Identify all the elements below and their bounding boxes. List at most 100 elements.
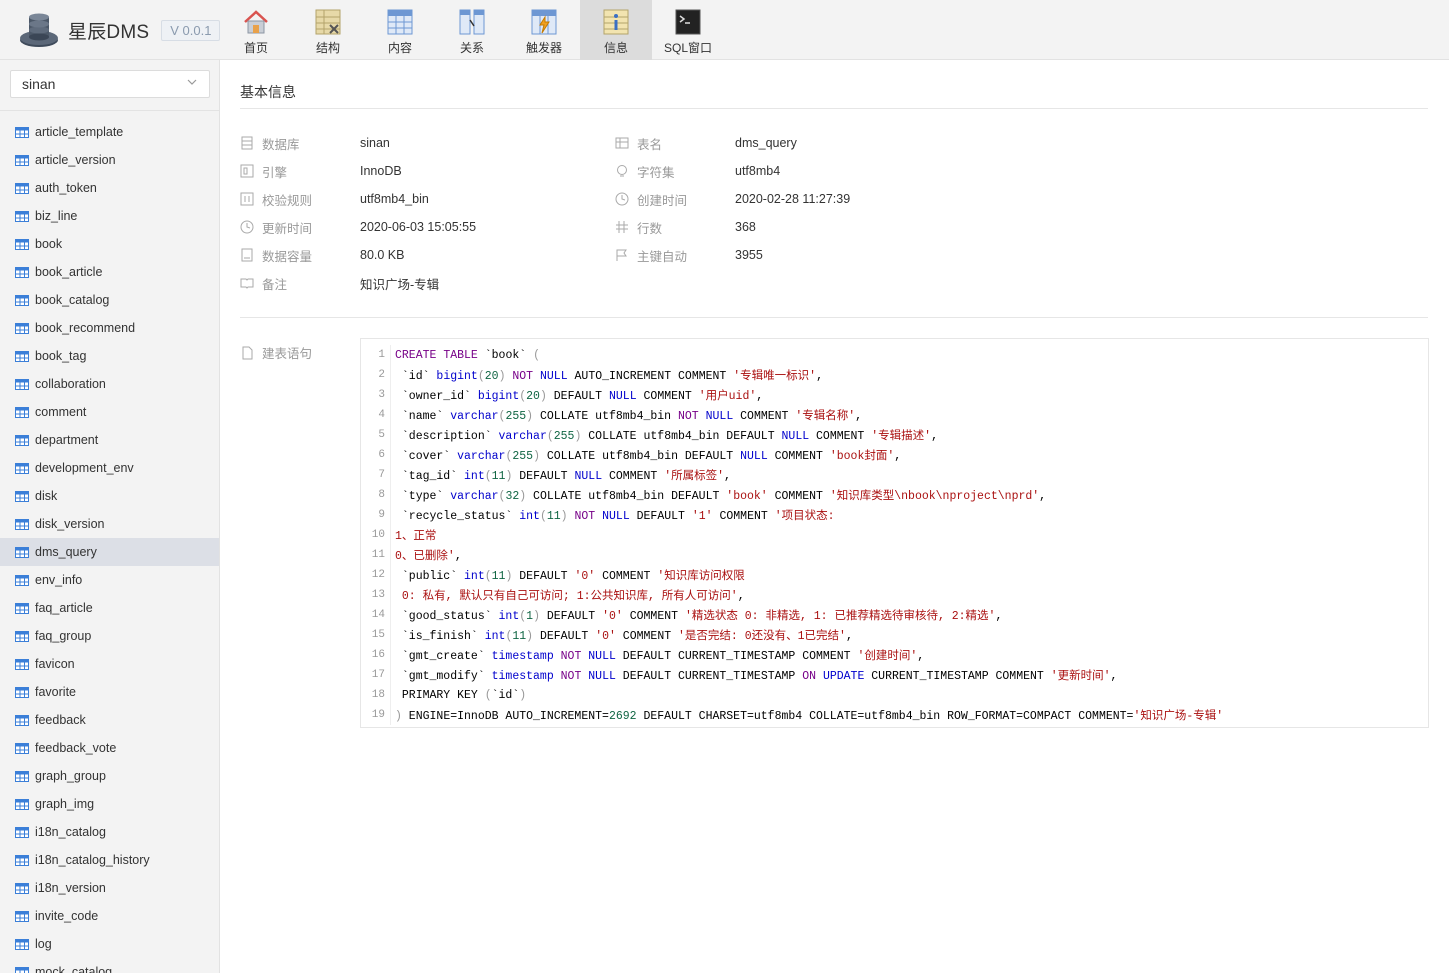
table-icon xyxy=(15,350,29,362)
table-item-label: book_recommend xyxy=(35,321,136,335)
code-line: 17 `gmt_modify` timestamp NOT NULL DEFAU… xyxy=(361,665,1428,685)
code-text: `recycle_status` int(11) NOT NULL DEFAUL… xyxy=(395,510,835,523)
table-icon xyxy=(15,826,29,838)
table-item[interactable]: favorite xyxy=(0,678,219,706)
table-item[interactable]: article_template xyxy=(0,118,219,146)
table-item[interactable]: auth_token xyxy=(0,174,219,202)
hash-icon xyxy=(616,221,628,233)
app-name: 星辰DMS xyxy=(68,21,150,43)
line-number: 11 xyxy=(361,545,391,565)
collation-icon xyxy=(240,192,254,206)
table-item-label: collaboration xyxy=(35,377,106,391)
database-select-value: sinan xyxy=(22,76,56,92)
table-item[interactable]: faq_article xyxy=(0,594,219,622)
table-item[interactable]: i18n_catalog_history xyxy=(0,846,219,874)
table-icon xyxy=(15,322,29,334)
table-icon xyxy=(15,854,29,866)
table-icon xyxy=(15,210,29,222)
nav-relation[interactable]: 关系 xyxy=(436,0,508,60)
table-item[interactable]: disk xyxy=(0,482,219,510)
table-item[interactable]: development_env xyxy=(0,454,219,482)
table-item[interactable]: mock_catalog xyxy=(0,958,219,973)
line-number: 16 xyxy=(361,645,391,665)
code-line: 10 1、正常 xyxy=(361,525,1428,545)
table-item[interactable]: comment xyxy=(0,398,219,426)
table-item[interactable]: collaboration xyxy=(0,370,219,398)
sql-terminal-icon xyxy=(675,9,701,35)
structure-icon xyxy=(315,9,341,35)
code-line: 9 `recycle_status` int(11) NOT NULL DEFA… xyxy=(361,505,1428,525)
line-number: 19 xyxy=(361,705,391,725)
section-title: 基本信息 xyxy=(240,84,296,100)
table-item-label: article_template xyxy=(35,125,124,139)
info-icon xyxy=(603,9,629,35)
code-text: `cover` varchar(255) COLLATE utf8mb4_bin… xyxy=(395,450,902,463)
table-item[interactable]: book xyxy=(0,230,219,258)
nav-structure[interactable]: 结构 xyxy=(292,0,364,60)
code-line: 19 ) ENGINE=InnoDB AUTO_INCREMENT=2692 DE… xyxy=(361,705,1428,725)
table-item[interactable]: biz_line xyxy=(0,202,219,230)
line-number: 6 xyxy=(361,445,391,465)
home-icon xyxy=(244,10,268,34)
divider xyxy=(240,108,1428,109)
code-line: 5 `description` varchar(255) COLLATE utf… xyxy=(361,425,1428,445)
table-icon xyxy=(15,742,29,754)
table-item[interactable]: env_info xyxy=(0,566,219,594)
code-text: `public` int(11) DEFAULT '0' COMMENT '知识… xyxy=(395,570,745,583)
code-line: 13 0: 私有, 默认只有自己可访问; 1:公共知识库, 所有人可访问', xyxy=(361,585,1428,605)
table-item[interactable]: feedback xyxy=(0,706,219,734)
content-icon xyxy=(387,9,413,35)
table-item[interactable]: article_version xyxy=(0,146,219,174)
table-item[interactable]: invite_code xyxy=(0,902,219,930)
nav-home[interactable]: 首页 xyxy=(220,0,292,60)
table-item[interactable]: graph_group xyxy=(0,762,219,790)
line-number: 13 xyxy=(361,585,391,605)
table-item[interactable]: feedback_vote xyxy=(0,734,219,762)
table-icon xyxy=(15,406,29,418)
nav-sql-window[interactable]: SQL窗口 xyxy=(652,0,724,60)
code-text: `gmt_modify` timestamp NOT NULL DEFAULT … xyxy=(395,670,1118,683)
line-number: 8 xyxy=(361,485,391,505)
table-item-label: i18n_catalog_history xyxy=(35,853,150,867)
table-icon xyxy=(615,137,629,149)
code-line: 1 CREATE TABLE `book` ( xyxy=(361,345,1428,365)
table-item-label: faq_article xyxy=(35,601,93,615)
table-icon xyxy=(15,910,29,922)
table-icon xyxy=(15,770,29,782)
code-line: 3 `owner_id` bigint(20) DEFAULT NULL COM… xyxy=(361,385,1428,405)
table-item[interactable]: faq_group xyxy=(0,622,219,650)
main-nav: 首页 结构 内容 关系 触发器 信息 SQL窗口 xyxy=(220,0,724,60)
table-icon xyxy=(15,714,29,726)
info-auto-increment: 主键自动 3955 xyxy=(615,245,763,265)
table-item[interactable]: favicon xyxy=(0,650,219,678)
code-line: 14 `good_status` int(1) DEFAULT '0' COMM… xyxy=(361,605,1428,625)
nav-trigger[interactable]: 触发器 xyxy=(508,0,580,60)
line-number: 18 xyxy=(361,685,391,705)
nav-content[interactable]: 内容 xyxy=(364,0,436,60)
nav-info[interactable]: 信息 xyxy=(580,0,652,60)
table-item[interactable]: i18n_version xyxy=(0,874,219,902)
table-item[interactable]: graph_img xyxy=(0,790,219,818)
database-select[interactable]: sinan xyxy=(10,70,210,98)
table-item[interactable]: i18n_catalog xyxy=(0,818,219,846)
table-item[interactable]: book_article xyxy=(0,258,219,286)
sidebar-divider xyxy=(0,110,219,111)
ddl-label: 建表语句 xyxy=(240,343,312,362)
table-item[interactable]: department xyxy=(0,426,219,454)
ddl-code-editor[interactable]: 1 CREATE TABLE `book` (2 `id` bigint(20) … xyxy=(360,338,1429,728)
line-number: 3 xyxy=(361,385,391,405)
table-item[interactable]: book_tag xyxy=(0,342,219,370)
code-text: ) ENGINE=InnoDB AUTO_INCREMENT=2692 DEFA… xyxy=(395,710,1224,723)
trigger-icon xyxy=(531,9,557,35)
code-line: 15 `is_finish` int(11) DEFAULT '0' COMME… xyxy=(361,625,1428,645)
code-line: 18 PRIMARY KEY (`id`) xyxy=(361,685,1428,705)
table-item[interactable]: dms_query xyxy=(0,538,219,566)
table-item[interactable]: book_catalog xyxy=(0,286,219,314)
line-number: 14 xyxy=(361,605,391,625)
code-text: PRIMARY KEY (`id`) xyxy=(395,688,527,702)
table-icon xyxy=(15,602,29,614)
table-item[interactable]: disk_version xyxy=(0,510,219,538)
table-item[interactable]: log xyxy=(0,930,219,958)
code-line: 11 0、已删除', xyxy=(361,545,1428,565)
table-item[interactable]: book_recommend xyxy=(0,314,219,342)
